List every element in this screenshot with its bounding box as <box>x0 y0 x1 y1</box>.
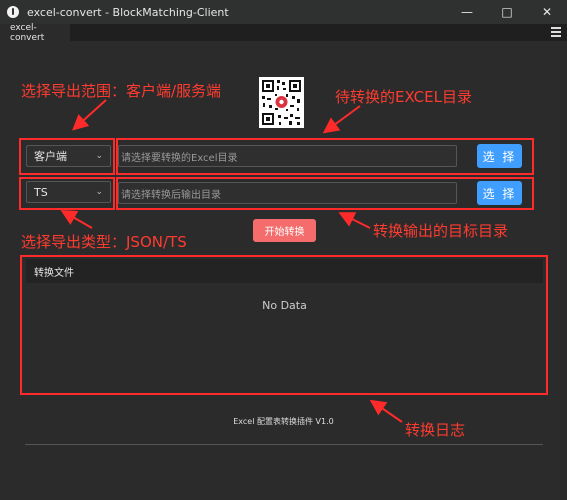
output-dir-input[interactable]: 请选择转换后输出目录 <box>118 182 457 204</box>
footer-divider <box>25 444 543 445</box>
tab-bar: excel-convert <box>0 23 567 43</box>
arrow-type <box>60 210 93 229</box>
annotation-scope: 选择导出范围：客户端/服务端 <box>21 82 222 100</box>
app-icon <box>7 6 19 18</box>
tab-excel-convert[interactable]: excel-convert <box>0 23 70 43</box>
window-title: excel-convert - BlockMatching-Client <box>27 5 229 19</box>
annotation-source-dir: 待转换的EXCEL目录 <box>335 88 472 106</box>
arrow-scope <box>72 99 107 131</box>
source-dir-input[interactable]: 请选择要转换的Excel目录 <box>118 145 457 167</box>
select-source-button[interactable]: 选 择 <box>477 144 522 168</box>
type-select-value: TS <box>34 185 48 199</box>
close-icon[interactable]: ✕ <box>527 0 567 24</box>
log-table-body: No Data <box>26 283 543 390</box>
qr-code <box>259 77 304 128</box>
annotation-type: 选择导出类型：JSON/TS <box>21 233 187 251</box>
maximize-icon[interactable]: □ <box>487 0 527 24</box>
arrow-source-dir <box>322 105 361 134</box>
title-bar: excel-convert - BlockMatching-Client — □… <box>0 0 567 24</box>
footer-version: Excel 配置表转换插件 V1.0 <box>233 417 334 426</box>
select-output-button[interactable]: 选 择 <box>477 181 522 205</box>
chevron-down-icon: ⌄ <box>95 151 103 161</box>
arrow-output-dir <box>338 212 371 229</box>
empty-state-text: No Data <box>262 299 307 312</box>
scope-select-value: 客户端 <box>34 150 67 163</box>
annotation-output-dir: 转换输出的目标目录 <box>373 222 509 240</box>
start-convert-button[interactable]: 开始转换 <box>253 219 316 242</box>
minimize-icon[interactable]: — <box>447 0 487 24</box>
type-select[interactable]: TS ⌄ <box>26 181 111 203</box>
log-table-header: 转换文件 <box>26 259 543 283</box>
chevron-down-icon: ⌄ <box>95 187 103 197</box>
menu-icon[interactable] <box>551 27 561 37</box>
scope-select[interactable]: 客户端 ⌄ <box>26 145 111 167</box>
